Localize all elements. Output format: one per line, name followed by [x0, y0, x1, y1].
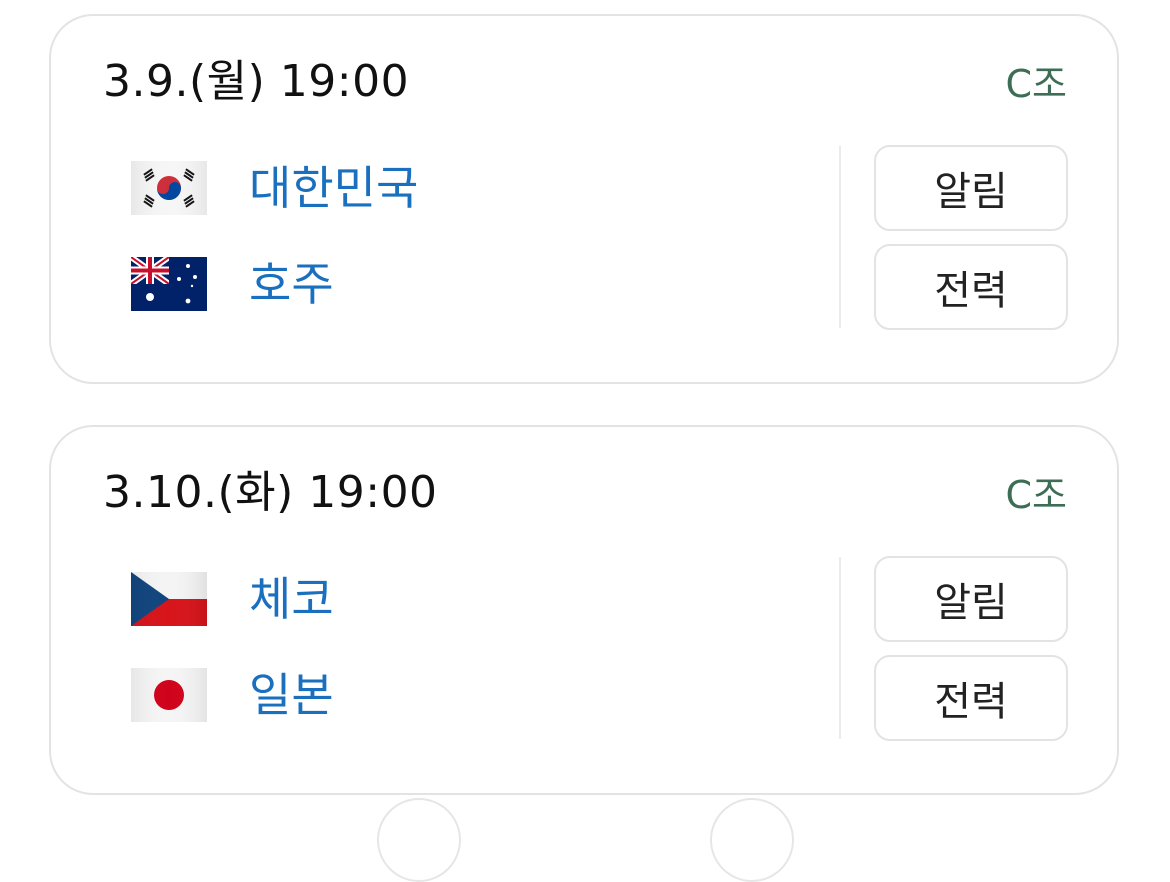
team-name-link[interactable]: 대한민국 — [249, 160, 418, 216]
team-row[interactable]: 호주 — [131, 252, 334, 316]
alert-button[interactable]: 알림 — [874, 145, 1068, 231]
match-card: 3.9.(월) 19:00 C조 대한민국 호주 알림 전력 — [49, 14, 1119, 384]
team-name-link[interactable]: 일본 — [249, 667, 334, 723]
match-datetime: 3.9.(월) 19:00 — [103, 56, 410, 107]
team-name-link[interactable]: 체코 — [249, 571, 334, 627]
lineup-button[interactable]: 전력 — [874, 655, 1068, 741]
pager-prev-button[interactable] — [377, 798, 461, 882]
lineup-button[interactable]: 전력 — [874, 244, 1068, 330]
japan-flag-icon — [131, 668, 207, 722]
australia-flag-icon — [131, 257, 207, 311]
group-label: C조 — [1005, 473, 1068, 517]
alert-button[interactable]: 알림 — [874, 556, 1068, 642]
pager-next-button[interactable] — [710, 798, 794, 882]
team-row[interactable]: 체코 — [131, 567, 334, 631]
match-datetime: 3.10.(화) 19:00 — [103, 467, 438, 518]
team-name-link[interactable]: 호주 — [249, 256, 334, 312]
team-row[interactable]: 일본 — [131, 663, 334, 727]
group-label: C조 — [1005, 62, 1068, 106]
team-row[interactable]: 대한민국 — [131, 156, 418, 220]
south-korea-flag-icon — [131, 161, 207, 215]
match-card: 3.10.(화) 19:00 C조 체코 일본 알림 전력 — [49, 425, 1119, 795]
divider — [839, 146, 841, 328]
divider — [839, 557, 841, 739]
czech-flag-icon — [131, 572, 207, 626]
